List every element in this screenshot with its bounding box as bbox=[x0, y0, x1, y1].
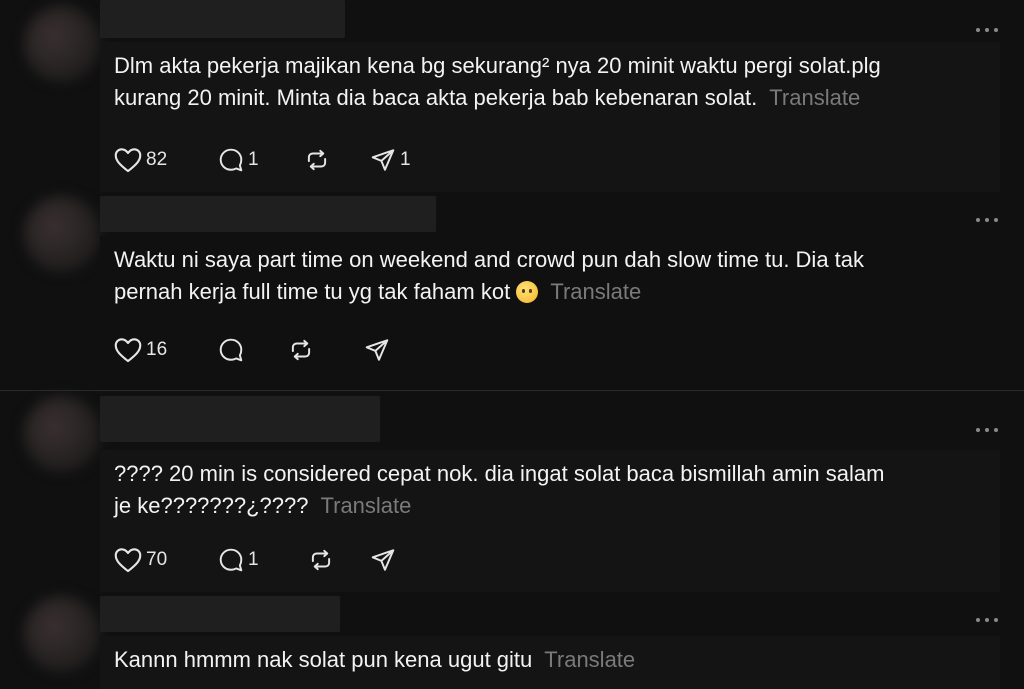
post-text-line: Waktu ni saya part time on weekend and c… bbox=[114, 247, 865, 272]
repost-button[interactable] bbox=[288, 337, 364, 363]
repost-icon bbox=[291, 339, 311, 361]
username-redacted bbox=[100, 396, 380, 442]
post-text-line: pernah kerja full time tu yg tak faham k… bbox=[114, 279, 511, 304]
share-count: 1 bbox=[400, 149, 411, 170]
more-options-icon[interactable] bbox=[976, 426, 998, 434]
comment-icon bbox=[219, 148, 243, 172]
reply-button[interactable] bbox=[218, 337, 288, 363]
heart-icon bbox=[114, 338, 142, 363]
post-text: Waktu ni saya part time on weekend and c… bbox=[114, 244, 976, 308]
action-bar: 70 1 bbox=[114, 546, 396, 574]
share-button[interactable] bbox=[370, 547, 396, 573]
repost-button[interactable] bbox=[304, 147, 370, 173]
repost-icon bbox=[307, 149, 327, 171]
action-bar: 16 bbox=[114, 336, 390, 364]
avatar[interactable] bbox=[24, 6, 100, 82]
like-button[interactable]: 16 bbox=[114, 337, 218, 363]
share-button[interactable]: 1 bbox=[370, 147, 411, 173]
avatar[interactable] bbox=[24, 396, 100, 472]
like-button[interactable]: 82 bbox=[114, 147, 218, 173]
reply-count: 1 bbox=[248, 149, 259, 170]
post-text: ???? 20 min is considered cepat nok. dia… bbox=[114, 458, 986, 522]
send-icon bbox=[371, 549, 395, 571]
username-redacted bbox=[100, 0, 345, 38]
like-count: 16 bbox=[146, 339, 168, 360]
face-holding-back-tears-icon bbox=[516, 281, 539, 303]
more-options-icon[interactable] bbox=[976, 216, 998, 224]
post-text-line: ???? 20 min is considered cepat nok. dia… bbox=[114, 461, 885, 486]
translate-link[interactable]: Translate bbox=[321, 493, 412, 518]
heart-icon bbox=[114, 148, 142, 173]
comment-icon bbox=[219, 338, 243, 362]
share-button[interactable] bbox=[364, 337, 390, 363]
divider bbox=[0, 390, 1024, 391]
more-options-icon[interactable] bbox=[976, 616, 998, 624]
avatar[interactable] bbox=[24, 196, 100, 272]
post-text: Kannn hmmm nak solat pun kena ugut gitu T… bbox=[114, 644, 986, 676]
post-3: ???? 20 min is considered cepat nok. dia… bbox=[0, 396, 1024, 596]
reply-button[interactable]: 1 bbox=[218, 547, 308, 573]
reply-count: 1 bbox=[248, 549, 259, 570]
send-icon bbox=[371, 149, 395, 171]
comment-icon bbox=[219, 548, 243, 572]
heart-icon bbox=[114, 548, 142, 573]
action-bar: 82 1 1 bbox=[114, 146, 411, 174]
post-4: Kannn hmmm nak solat pun kena ugut gitu T… bbox=[0, 596, 1024, 689]
post-1: Dlm akta pekerja majikan kena bg sekuran… bbox=[0, 0, 1024, 200]
avatar[interactable] bbox=[24, 596, 100, 672]
translate-link[interactable]: Translate bbox=[544, 647, 635, 672]
username-redacted bbox=[100, 596, 340, 632]
more-options-icon[interactable] bbox=[976, 26, 998, 34]
translate-link[interactable]: Translate bbox=[550, 279, 641, 304]
post-text: Dlm akta pekerja majikan kena bg sekuran… bbox=[114, 50, 986, 114]
post-2: Waktu ni saya part time on weekend and c… bbox=[0, 196, 1024, 390]
post-body: Kannn hmmm nak solat pun kena ugut gitu T… bbox=[100, 636, 1000, 689]
send-icon bbox=[365, 339, 389, 361]
repost-button[interactable] bbox=[308, 547, 370, 573]
reply-button[interactable]: 1 bbox=[218, 147, 304, 173]
post-text-line: Kannn hmmm nak solat pun kena ugut gitu bbox=[114, 647, 533, 672]
post-text-line: Dlm akta pekerja majikan kena bg sekuran… bbox=[114, 53, 881, 78]
translate-link[interactable]: Translate bbox=[769, 85, 860, 110]
post-text-line: je ke???????¿???? bbox=[114, 493, 309, 518]
like-count: 70 bbox=[146, 549, 168, 570]
like-button[interactable]: 70 bbox=[114, 547, 218, 573]
post-body: Waktu ni saya part time on weekend and c… bbox=[100, 236, 990, 312]
like-count: 82 bbox=[146, 149, 168, 170]
username-redacted bbox=[100, 196, 436, 232]
repost-icon bbox=[311, 549, 331, 571]
post-text-line: kurang 20 minit. Minta dia baca akta pek… bbox=[114, 85, 758, 110]
